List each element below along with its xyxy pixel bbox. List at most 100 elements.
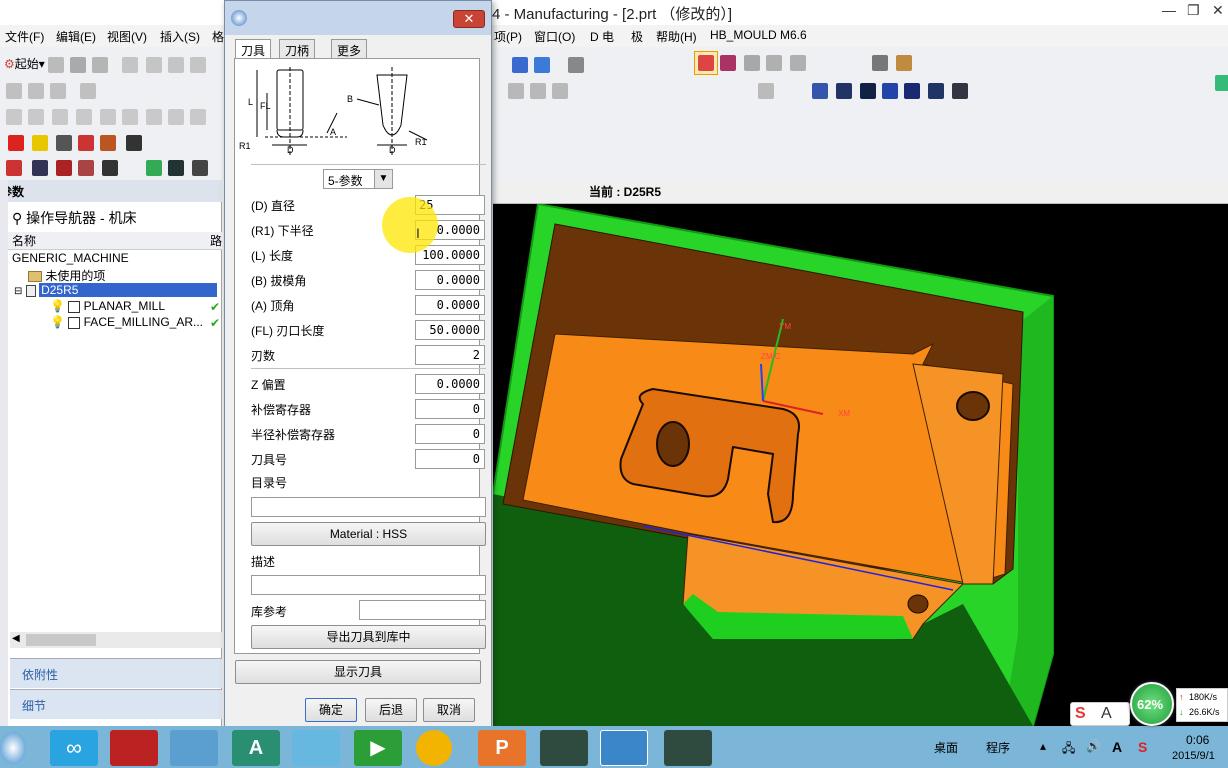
create-method-icon[interactable]: [78, 135, 94, 151]
list-path-icon[interactable]: [192, 160, 208, 176]
program-order-icon[interactable]: [6, 160, 22, 176]
close-button[interactable]: ✕: [1212, 2, 1224, 19]
library-reference-field[interactable]: [359, 600, 486, 620]
cut-icon[interactable]: [122, 57, 138, 73]
menu-view[interactable]: 视图(V): [107, 28, 147, 45]
analysis-3-icon[interactable]: [860, 83, 876, 99]
list-view-icon[interactable]: [102, 160, 118, 176]
gray-tool-6-icon[interactable]: [28, 109, 44, 125]
analysis-7-icon[interactable]: [952, 83, 968, 99]
tab-tool[interactable]: 刀具: [235, 39, 272, 59]
network-icon[interactable]: 🖧: [1062, 739, 1075, 760]
gray-tool-11-icon[interactable]: [146, 109, 162, 125]
cpu-monitor-ball[interactable]: 62%: [1130, 682, 1174, 726]
chevron-up-icon[interactable]: ▴: [1040, 739, 1046, 753]
minimize-button[interactable]: —: [1162, 2, 1176, 18]
gray-tool-8-icon[interactable]: [76, 109, 92, 125]
method-view-icon[interactable]: [78, 160, 94, 176]
analysis-6-icon[interactable]: [928, 83, 944, 99]
geometry-view-icon[interactable]: [56, 160, 72, 176]
menu-tools[interactable]: 项(P): [494, 28, 522, 45]
dependency-tab[interactable]: 依附性: [10, 658, 222, 688]
file-manager-icon[interactable]: [292, 730, 340, 766]
media-player-icon[interactable]: ▶: [354, 730, 402, 766]
flute-length-field[interactable]: 50.0000: [415, 320, 485, 340]
cloud-app-icon[interactable]: ∞: [50, 730, 98, 766]
menu-electrode[interactable]: D 电: [590, 28, 614, 45]
graphics-viewport[interactable]: YM ZM/C XM: [493, 204, 1228, 726]
side-panel-icon[interactable]: [1215, 75, 1228, 91]
catalog-field[interactable]: [251, 497, 486, 517]
open-file-icon[interactable]: [70, 57, 86, 73]
gray-op-3-icon[interactable]: [552, 83, 568, 99]
replay-path-icon[interactable]: [168, 160, 184, 176]
dialog-close-icon[interactable]: ✕: [453, 10, 485, 28]
analysis-5-icon[interactable]: [904, 83, 920, 99]
terminal-app-icon[interactable]: [540, 730, 588, 766]
menu-pole[interactable]: 极: [631, 28, 643, 45]
display-tool-button[interactable]: 显示刀具: [235, 660, 481, 684]
tree-item-machine[interactable]: GENERIC_MACHINE: [12, 251, 129, 267]
ok-button[interactable]: 确定: [305, 698, 357, 722]
view-tool-1-icon[interactable]: [512, 57, 528, 73]
horizontal-scrollbar[interactable]: ◀: [10, 632, 222, 648]
menu-hb-mould[interactable]: HB_MOULD M6.6: [710, 28, 807, 42]
filter-2-icon[interactable]: [766, 55, 782, 71]
terminal-app-2-icon[interactable]: [664, 730, 712, 766]
back-button[interactable]: 后退: [365, 698, 417, 722]
filter-3-icon[interactable]: [790, 55, 806, 71]
nx-app-icon[interactable]: [600, 730, 648, 766]
ruler-icon[interactable]: [872, 55, 888, 71]
tab-more[interactable]: 更多: [331, 39, 368, 59]
start-orb-icon[interactable]: [0, 732, 26, 764]
control-panel-icon[interactable]: [170, 730, 218, 766]
layer-icon[interactable]: [758, 83, 774, 99]
generate-path-icon[interactable]: [146, 160, 162, 176]
browser-icon[interactable]: [416, 730, 452, 766]
delete-icon[interactable]: [190, 57, 206, 73]
paste-icon[interactable]: [168, 57, 184, 73]
column-header-path[interactable]: 路: [208, 232, 222, 250]
copy-icon[interactable]: [146, 57, 162, 73]
tab-holder[interactable]: 刀柄: [279, 39, 316, 59]
menu-file[interactable]: 文件(F): [5, 28, 44, 45]
save-icon[interactable]: [92, 57, 108, 73]
ime-indicator[interactable]: A: [1112, 739, 1122, 755]
details-tab[interactable]: 细节: [10, 689, 222, 719]
tree-item-tool-selected[interactable]: ⊟ D25R5: [14, 283, 222, 299]
taper-angle-field[interactable]: 0.0000: [415, 270, 485, 290]
filter-icon[interactable]: [744, 55, 760, 71]
flutes-field[interactable]: 2: [415, 345, 485, 365]
ime-toolbar[interactable]: S A: [1070, 702, 1130, 726]
gray-tool-7-icon[interactable]: [52, 109, 68, 125]
tree-item-unused[interactable]: 未使用的项: [28, 267, 105, 283]
menu-window[interactable]: 窗口(O): [534, 28, 575, 45]
analysis-2-icon[interactable]: [836, 83, 852, 99]
clock-date[interactable]: 2015/9/1: [1172, 750, 1215, 762]
clock-time[interactable]: 0:06: [1186, 733, 1209, 747]
analysis-4-icon[interactable]: [882, 83, 898, 99]
create-geometry-icon[interactable]: [56, 135, 72, 151]
tip-angle-field[interactable]: 0.0000: [415, 295, 485, 315]
view-tool-2-icon[interactable]: [534, 57, 550, 73]
start-menu-button[interactable]: ⚙起始▾: [4, 55, 45, 72]
gray-tool-2-icon[interactable]: [28, 83, 44, 99]
collapse-icon[interactable]: ⊟: [14, 286, 22, 297]
menu-format[interactable]: 格: [212, 28, 224, 45]
export-tool-button[interactable]: 导出刀具到库中: [251, 625, 486, 649]
measure-icon[interactable]: [896, 55, 912, 71]
new-file-icon[interactable]: [48, 57, 64, 73]
tool-type-select[interactable]: 5-参数 ▼: [323, 169, 393, 189]
create-tool-icon[interactable]: [32, 135, 48, 151]
dialog-title-bar[interactable]: ✕: [225, 1, 491, 35]
analysis-1-icon[interactable]: [812, 83, 828, 99]
maximize-button[interactable]: ❐: [1187, 2, 1200, 19]
tree-item-planar-mill[interactable]: 💡 PLANAR_MILL: [50, 299, 165, 315]
desktop-toolbar-label[interactable]: 桌面: [934, 739, 958, 756]
gray-tool-12-icon[interactable]: [168, 109, 184, 125]
pin-icon[interactable]: ⚲: [12, 210, 22, 226]
machine-view-icon[interactable]: [32, 160, 48, 176]
programs-toolbar-label[interactable]: 程序: [986, 739, 1010, 756]
gray-tool-10-icon[interactable]: [122, 109, 138, 125]
scrollbar-thumb[interactable]: [26, 634, 96, 646]
